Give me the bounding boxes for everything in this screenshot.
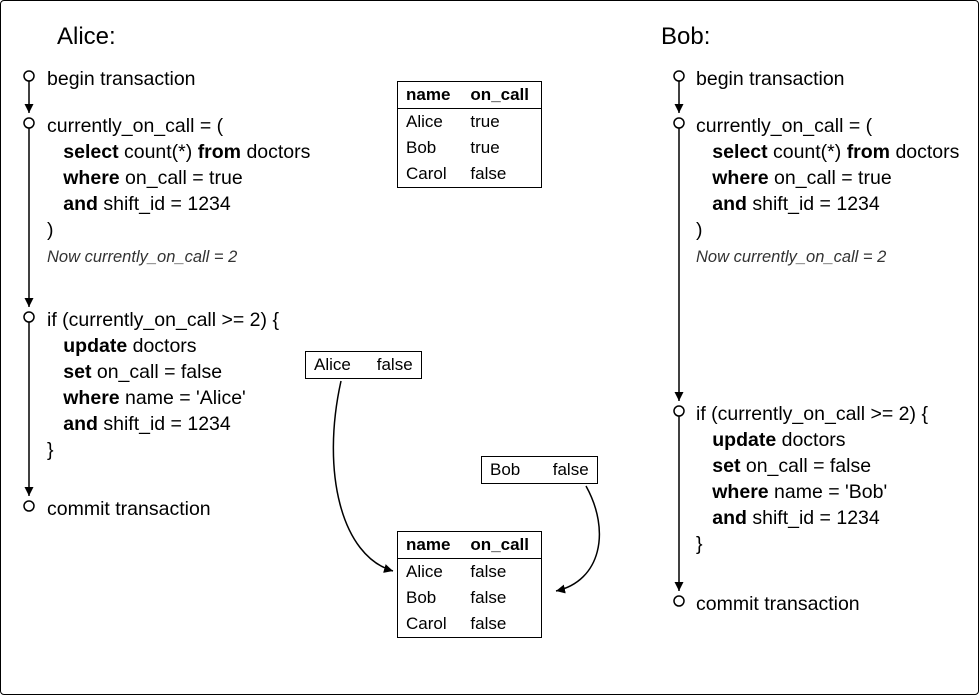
cell: Carol [398,161,463,188]
cell: Alice [314,355,372,375]
text: doctors [241,141,310,163]
text: } [47,439,54,461]
kw-where: where [63,387,119,409]
text: name = 'Bob' [769,481,888,503]
bob-title: Bob: [661,23,710,51]
cell: false [462,611,541,638]
kw-from: from [847,141,890,163]
text: doctors [776,429,845,451]
text: doctors [890,141,959,163]
final-state-table: name on_call Alicefalse Bobfalse Carolfa… [397,531,542,638]
initial-state-table: name on_call Alicetrue Bobtrue Carolfals… [397,81,542,188]
kw-select: select [712,141,767,163]
cell: Alice [398,559,463,586]
kw-and: and [63,193,98,215]
kw-and: and [63,413,98,435]
table-row: Alicefalse [398,559,542,586]
cell: false [553,460,589,480]
table-row: Carolfalse [398,611,542,638]
kw-update: update [712,429,776,451]
cell: true [462,135,541,161]
kw-where: where [712,481,768,503]
kw-select: select [63,141,118,163]
kw-and: and [712,193,747,215]
cell: Bob [490,460,548,480]
alice-commit: commit transaction [47,496,211,522]
text: shift_id = 1234 [98,413,231,435]
text: currently_on_call = ( [47,115,223,137]
text: shift_id = 1234 [747,507,880,529]
kw-set: set [712,455,740,477]
text: on_call = true [769,167,892,189]
kw-and: and [712,507,747,529]
text: on_call = false [91,361,222,383]
kw-update: update [63,335,127,357]
alice-comment: Now currently_on_call = 2 [47,248,237,266]
text: count(*) [768,141,847,163]
text: shift_id = 1234 [747,193,880,215]
text: on_call = true [120,167,243,189]
text: if (currently_on_call >= 2) { [47,309,279,331]
diagram-frame: Alice: Bob: begin transaction currently_… [0,0,979,695]
text: on_call = false [740,455,871,477]
bob-if-block: if (currently_on_call >= 2) { update doc… [696,401,928,557]
cell: Bob [398,135,463,161]
bob-query: currently_on_call = ( select count(*) fr… [696,113,959,270]
th-oncall: on_call [462,82,541,109]
cell: false [462,161,541,188]
kw-where: where [712,167,768,189]
text: doctors [127,335,196,357]
table-row: Bobtrue [398,135,542,161]
text: if (currently_on_call >= 2) { [696,403,928,425]
alice-query: currently_on_call = ( select count(*) fr… [47,113,310,270]
th-oncall: on_call [462,532,541,559]
cell: Alice [398,109,463,136]
cell: true [462,109,541,136]
cell: Carol [398,611,463,638]
bob-commit: commit transaction [696,591,860,617]
cell: false [462,585,541,611]
cell: false [462,559,541,586]
kw-where: where [63,167,119,189]
cell: false [377,355,413,375]
kw-from: from [198,141,241,163]
text: currently_on_call = ( [696,115,872,137]
text: ) [696,219,703,241]
text: name = 'Alice' [120,387,246,409]
text: ) [47,219,54,241]
table-row: Carolfalse [398,161,542,188]
alice-if-block: if (currently_on_call >= 2) { update doc… [47,307,279,463]
alice-begin: begin transaction [47,66,196,92]
th-name: name [398,532,463,559]
kw-set: set [63,361,91,383]
bob-begin: begin transaction [696,66,845,92]
alice-title: Alice: [57,23,116,51]
th-name: name [398,82,463,109]
table-row: Bobfalse [398,585,542,611]
table-row: Alicetrue [398,109,542,136]
text: count(*) [119,141,198,163]
alice-update-row: Alice false [305,351,422,379]
text: } [696,533,703,555]
bob-comment: Now currently_on_call = 2 [696,248,886,266]
cell: Bob [398,585,463,611]
bob-update-row: Bob false [481,456,598,484]
text: shift_id = 1234 [98,193,231,215]
